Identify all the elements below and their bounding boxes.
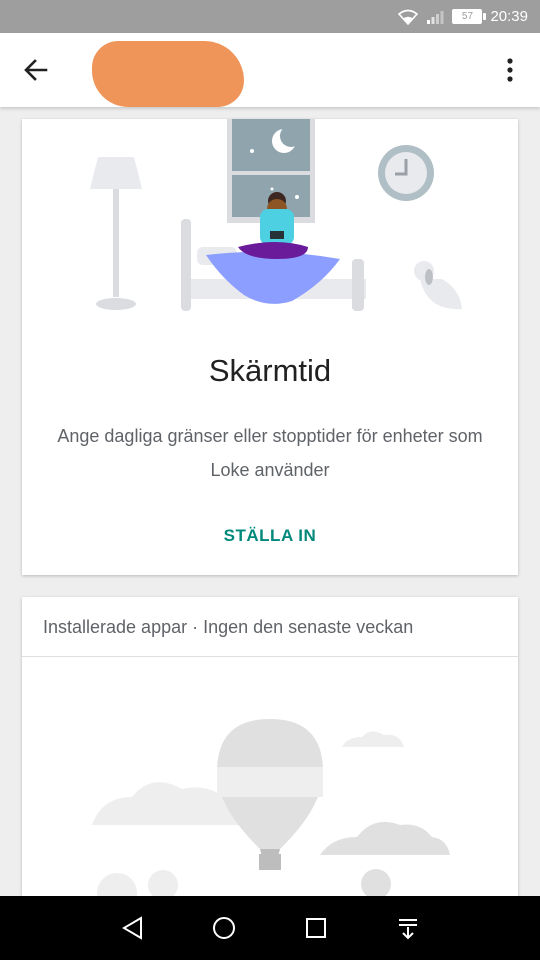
back-triangle-icon (122, 916, 142, 940)
wifi-icon (398, 9, 419, 25)
nav-home-button[interactable] (206, 910, 242, 946)
hot-air-balloon-icon (217, 719, 323, 870)
bedroom-illustration (90, 119, 462, 311)
lamp-icon (90, 157, 142, 310)
circle-shape (361, 869, 391, 897)
navigation-bar (0, 896, 540, 960)
clock-icon (378, 145, 434, 201)
circle-shape (148, 870, 178, 897)
card-header: Installerade appar · Ingen den senaste v… (43, 617, 414, 637)
app-bar (0, 33, 540, 107)
home-circle-icon (213, 917, 235, 939)
card-description: Ange dagliga gränser eller stopptider fö… (57, 426, 483, 480)
recents-square-icon (306, 918, 326, 938)
signal-icon (427, 10, 444, 24)
notification-pull-icon (399, 919, 417, 940)
balloon-illustration (92, 719, 450, 897)
dog-icon (414, 261, 462, 310)
arrow-left-icon (24, 59, 48, 81)
nav-recents-button[interactable] (298, 910, 334, 946)
status-icons: 57 20:39 (398, 0, 528, 33)
installed-apps-card: Installerade appar · Ingen den senaste v… (22, 597, 518, 897)
screen-time-card: Skärmtid Ange dagliga gränser eller stop… (22, 119, 518, 575)
battery-icon: 57 (452, 9, 487, 24)
cloud-icon (320, 821, 450, 855)
status-bar: 57 20:39 (0, 0, 540, 33)
circle-shape (97, 873, 137, 897)
more-vert-icon (507, 58, 513, 82)
status-time: 20:39 (490, 8, 528, 25)
setup-button[interactable]: STÄLLA IN (22, 526, 518, 546)
nav-notification-button[interactable] (390, 910, 426, 946)
redacted-title (92, 41, 244, 107)
overflow-menu-button[interactable] (496, 50, 524, 90)
nav-back-button[interactable] (114, 910, 150, 946)
card-title: Skärmtid (208, 353, 332, 388)
cloud-icon (342, 731, 404, 747)
back-button[interactable] (16, 50, 56, 90)
